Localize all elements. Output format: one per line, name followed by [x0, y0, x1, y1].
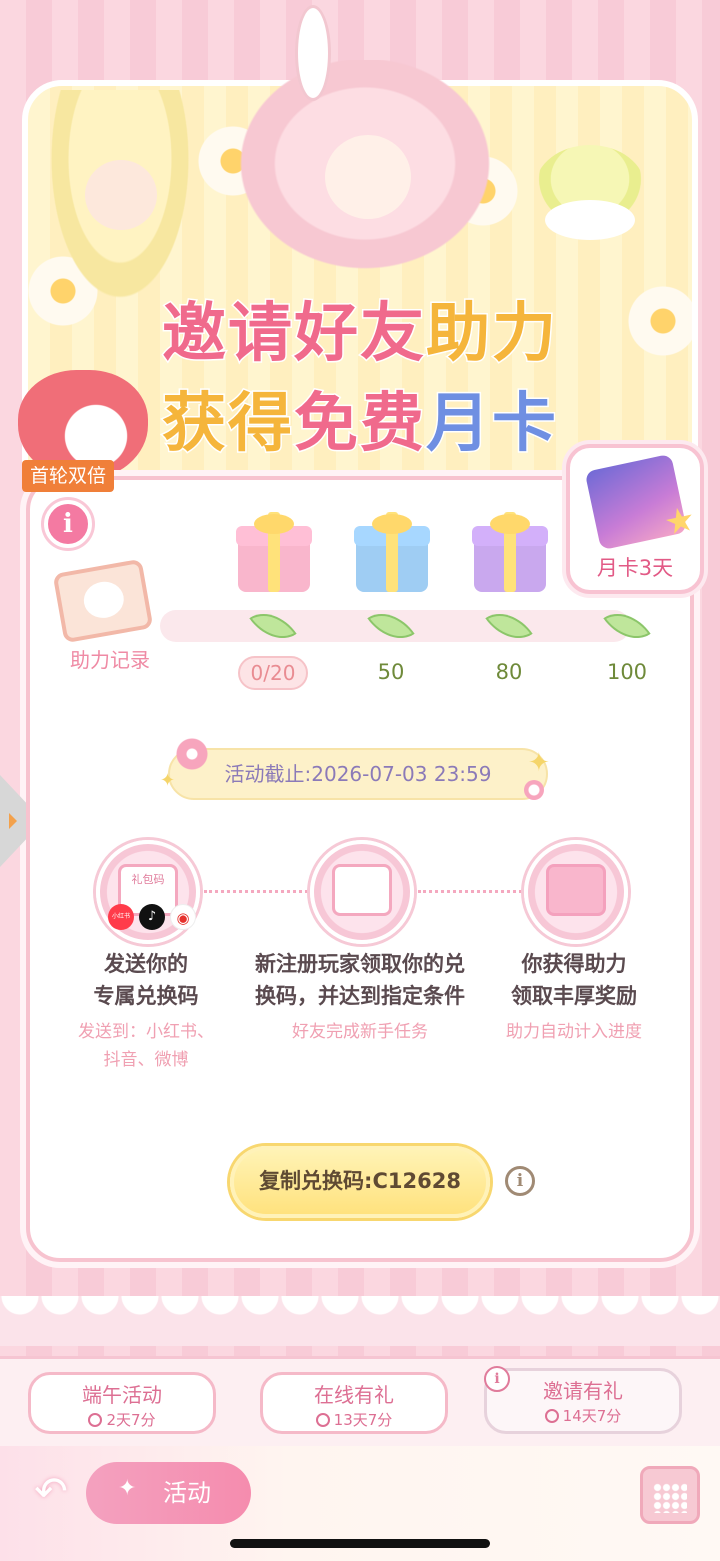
back-arrow-icon[interactable]: ↶ — [24, 1468, 78, 1516]
home-indicator[interactable] — [230, 1539, 490, 1548]
gift-code-card-label: 礼包码 — [131, 873, 165, 886]
gift-box-icon[interactable] — [238, 512, 310, 592]
gift-bow-icon — [490, 514, 530, 534]
side-drawer-handle[interactable] — [0, 775, 26, 867]
step-1-subtitle-line: 发送到：小红书、 — [78, 1022, 214, 1042]
step-3-title-line: 领取丰厚奖励 — [511, 984, 637, 1008]
progress-current-count: 0/20 — [238, 656, 308, 690]
step-2-title: 新注册玩家领取你的兑 换码，并达到指定条件 — [240, 948, 480, 1012]
step-3-subtitle-line: 助力自动计入进度 — [506, 1022, 642, 1042]
tab-label: 邀请有礼 — [543, 1379, 623, 1403]
tab-label: 在线有礼 — [314, 1383, 394, 1407]
sparkle-icon: ✦ — [528, 748, 550, 778]
reward-gift-step-icon — [524, 840, 628, 944]
step-2-subtitle: 好友完成新手任务 — [240, 1018, 480, 1046]
info-icon[interactable]: i — [44, 500, 92, 548]
tab-countdown: 2天7分 — [31, 1409, 213, 1430]
copy-redeem-code-button[interactable]: 复制兑换码:C12628 — [230, 1146, 490, 1218]
sparkle-icon: ✦ — [160, 770, 176, 791]
milestone-label: 100 — [606, 660, 648, 684]
tab-dragon-boat-event[interactable]: 端午活动 2天7分 — [28, 1372, 216, 1434]
tab-countdown-text: 2天7分 — [106, 1411, 156, 1429]
xiaohongshu-icon: 小红书 — [108, 904, 134, 930]
tab-countdown: 13天7分 — [263, 1409, 445, 1430]
info-icon[interactable]: i — [484, 1366, 510, 1392]
step-connector — [418, 890, 522, 893]
tab-countdown: 14天7分 — [487, 1405, 679, 1426]
assist-record-label[interactable]: 助力记录 — [60, 644, 160, 673]
chick-mascot — [535, 145, 645, 240]
step-2-subtitle-line: 好友完成新手任务 — [292, 1022, 428, 1042]
milestone-label: 50 — [377, 660, 405, 684]
step-1-title: 发送你的 专属兑换码 — [26, 948, 266, 1012]
tab-label: 端午活动 — [82, 1383, 162, 1407]
flower-decoration — [176, 738, 208, 770]
douyin-icon: ♪ — [139, 904, 165, 930]
platform-icons: 小红书 ♪ ◉ — [108, 904, 196, 930]
clock-icon — [315, 1413, 330, 1427]
banner-title-line1: 邀请好友助力 — [161, 296, 558, 373]
step-1-subtitle-line: 抖音、微博 — [103, 1050, 189, 1070]
gift-code-step-icon: 礼包码 小红书 ♪ ◉ — [96, 840, 200, 944]
flower-decoration — [524, 780, 544, 800]
step-2-title-line: 换码，并达到指定条件 — [255, 984, 465, 1008]
clipboard-icon — [332, 864, 392, 916]
monthly-card-art — [584, 453, 688, 551]
step-3-title: 你获得助力 领取丰厚奖励 — [454, 948, 694, 1012]
sparkle-icon: ✦ — [118, 1476, 137, 1501]
lace-decoration — [0, 1296, 720, 1346]
step-1-title-line: 专属兑换码 — [93, 984, 199, 1008]
deadline-banner: 活动截止:2026-07-03 23:59 — [168, 748, 548, 800]
clipboard-step-icon — [310, 840, 414, 944]
info-icon[interactable]: i — [505, 1166, 535, 1196]
gift-bow-icon — [372, 514, 412, 534]
double-reward-tag: 首轮双倍 — [22, 460, 115, 492]
tab-countdown-text: 13天7分 — [333, 1411, 393, 1429]
gift-box-icon — [546, 864, 606, 916]
step-2-title-line: 新注册玩家领取你的兑 — [255, 952, 465, 976]
tab-countdown-text: 14天7分 — [562, 1407, 622, 1425]
step-1-subtitle: 发送到：小红书、 抖音、微博 — [26, 1018, 266, 1074]
tab-invite-gift[interactable]: 邀请有礼 14天7分 — [484, 1368, 682, 1434]
activity-button[interactable]: 活动 — [86, 1462, 251, 1524]
step-3-subtitle: 助力自动计入进度 — [454, 1018, 694, 1046]
step-3-title-line: 你获得助力 — [521, 952, 627, 976]
clock-icon — [544, 1409, 559, 1423]
gift-bow-icon — [254, 514, 294, 534]
gift-box-icon[interactable] — [356, 512, 428, 592]
step-connector — [204, 890, 308, 893]
step-1-title-line: 发送你的 — [104, 952, 188, 976]
calendar-icon[interactable] — [640, 1466, 700, 1524]
gift-box-icon[interactable] — [474, 512, 546, 592]
clock-icon — [88, 1413, 103, 1427]
monthly-card-reward-label: 月卡3天 — [596, 556, 674, 580]
tab-online-gift[interactable]: 在线有礼 13天7分 — [260, 1372, 448, 1434]
weibo-icon: ◉ — [170, 904, 196, 930]
milestone-label: 80 — [495, 660, 523, 684]
bunny-girl-character — [215, 5, 515, 290]
